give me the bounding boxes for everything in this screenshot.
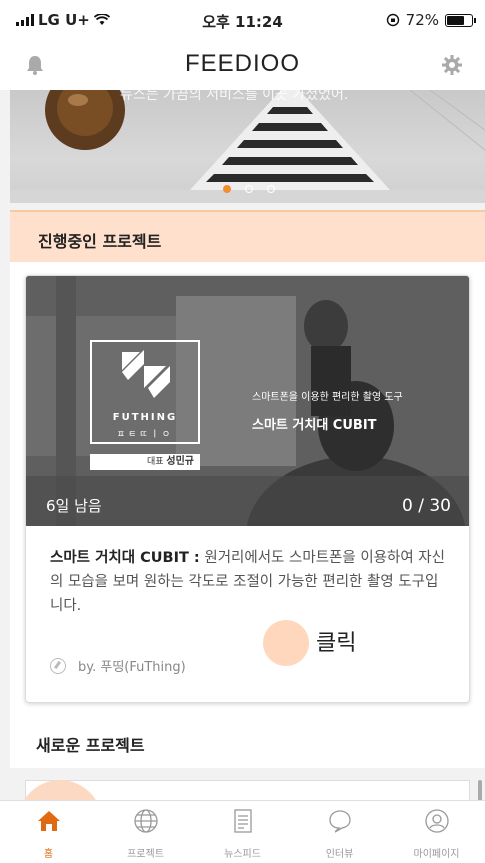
- battery-percent: 72%: [405, 11, 439, 29]
- carousel-indicator[interactable]: [223, 185, 275, 193]
- tab-label: 인터뷰: [325, 849, 354, 860]
- days-left: 6일 남음: [46, 497, 102, 515]
- tab-label: 뉴스피드: [224, 849, 261, 860]
- section-title: 진행중인 프로젝트: [38, 232, 162, 251]
- ceo-label: 대표 성민규: [90, 454, 200, 470]
- profile-icon: [425, 809, 449, 833]
- promo-banner[interactable]: 뉴스는 가끔의 서비스를 이곳 가셨었어.: [10, 90, 485, 203]
- bottom-tab-bar: 홈 프로젝트 뉴스피드 인터뷰 마이페이지: [0, 800, 485, 863]
- home-icon: [38, 811, 60, 831]
- tab-newsfeed[interactable]: 뉴스피드: [194, 801, 291, 863]
- carousel-dot[interactable]: [223, 185, 231, 193]
- compass-icon: [50, 657, 66, 674]
- new-projects-header: 새로운 프로젝트: [10, 720, 485, 768]
- image-title: 스마트 거치대 CUBIT: [252, 418, 377, 433]
- description-title: 스마트 거치대 CUBIT :: [50, 550, 200, 566]
- tab-label: 홈: [43, 849, 54, 860]
- tab-projects[interactable]: 프로젝트: [97, 801, 194, 863]
- status-bar: LG U+ 오후 11:24 72%: [0, 0, 485, 40]
- project-card[interactable]: FUTHING ㅍㅌㄸㅣㅇ 대표 성민규 스마트폰을 이용한 편리한 촬영 도구…: [25, 275, 470, 703]
- ongoing-projects-header: 진행중인 프로젝트: [10, 210, 485, 262]
- rotation-lock-icon: [386, 13, 399, 27]
- banner-caption: 뉴스는 가끔의 서비스를 이곳 가셨었어.: [120, 90, 349, 103]
- logo-subtitle: ㅍㅌㄸㅣㅇ: [116, 430, 174, 440]
- logo-name: FUTHING: [112, 412, 178, 423]
- ceo-name: 성민규: [166, 456, 194, 467]
- tab-mypage[interactable]: 마이페이지: [388, 801, 485, 863]
- battery-status: 72%: [386, 11, 476, 29]
- ceo-title: 대표: [146, 457, 164, 467]
- carousel-dot[interactable]: [267, 185, 275, 193]
- click-label: 클릭: [316, 631, 357, 656]
- battery-icon: [445, 13, 476, 27]
- gear-icon[interactable]: [439, 52, 465, 78]
- app-title: FEEDIOO: [184, 50, 300, 77]
- app-header: FEEDIOO: [0, 40, 485, 90]
- globe-icon: [134, 809, 158, 833]
- chat-bubble-icon: [329, 810, 351, 833]
- project-description: 스마트 거치대 CUBIT : 원거리에서도 스마트폰을 이용하여 자신의 모습…: [50, 546, 450, 618]
- tab-interview[interactable]: 인터뷰: [291, 801, 388, 863]
- tab-label: 마이페이지: [413, 849, 460, 860]
- carousel-dot[interactable]: [245, 185, 253, 193]
- tab-home[interactable]: 홈: [0, 801, 97, 863]
- project-image[interactable]: FUTHING ㅍㅌㄸㅣㅇ 대표 성민규 스마트폰을 이용한 편리한 촬영 도구…: [26, 276, 469, 526]
- project-author: by. 푸띵(FuThing): [50, 656, 186, 675]
- document-icon: [234, 809, 252, 833]
- click-indicator: [263, 620, 309, 666]
- image-subtitle: 스마트폰을 이용한 편리한 촬영 도구: [252, 392, 403, 403]
- funding-progress: 0 / 30: [402, 496, 451, 516]
- section-title: 새로운 프로젝트: [36, 736, 145, 755]
- tab-label: 프로젝트: [127, 849, 164, 860]
- author-name: by. 푸띵(FuThing): [78, 660, 186, 675]
